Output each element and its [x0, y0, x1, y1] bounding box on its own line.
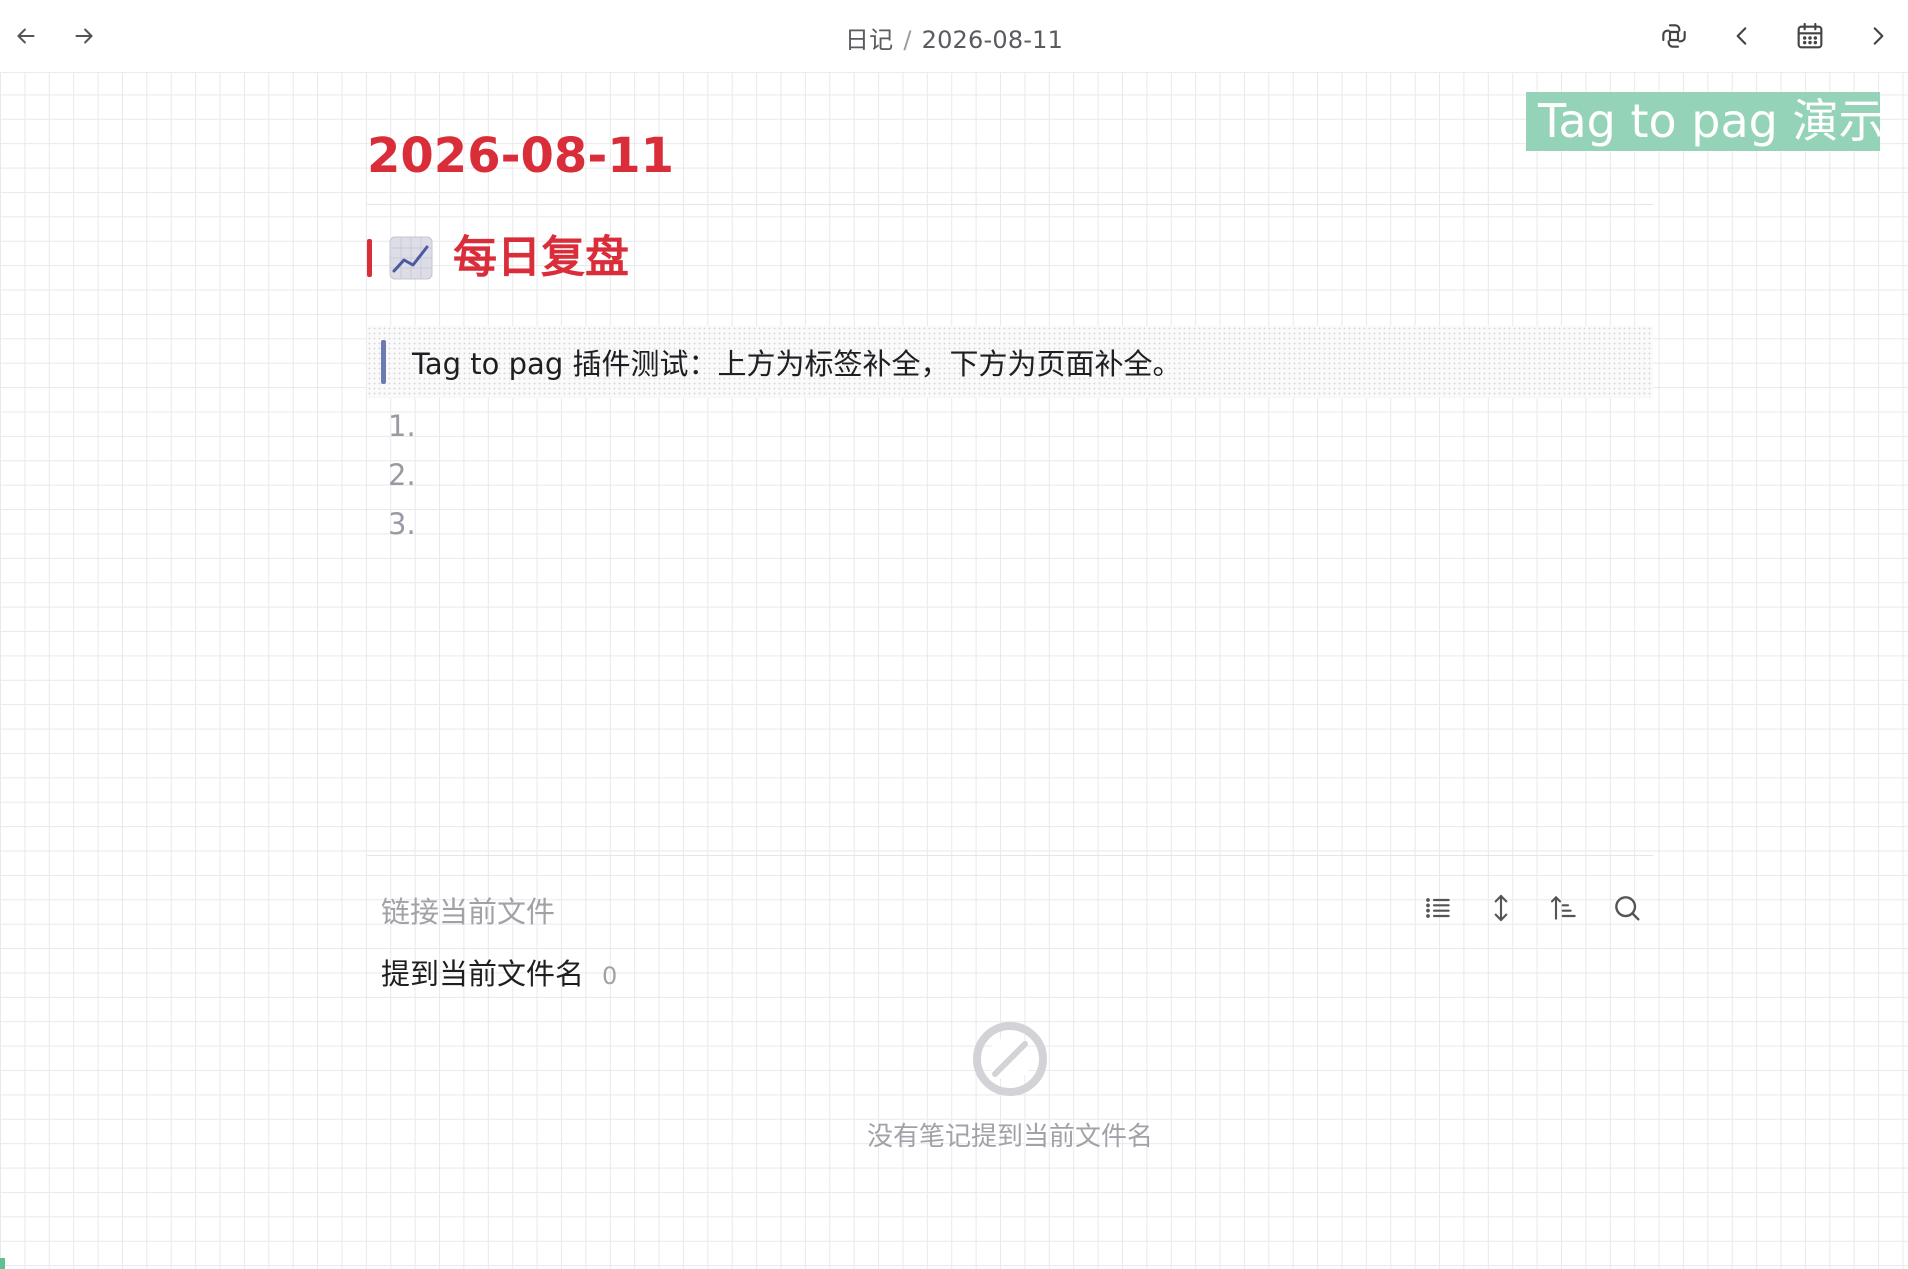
status-indicator [0, 1258, 5, 1269]
chevron-left-icon [1736, 27, 1747, 45]
chevron-right-icon [1873, 27, 1884, 45]
ordered-list: 1. 2. 3. [388, 402, 416, 549]
sort-icon [1550, 896, 1576, 920]
blockquote-bar [381, 340, 386, 384]
next-note-button[interactable] [1860, 18, 1896, 54]
chart-increasing-icon [389, 236, 433, 280]
breadcrumb-folder[interactable]: 日记 [845, 26, 893, 54]
sync-button[interactable] [1656, 18, 1692, 54]
search-icon [1615, 896, 1640, 921]
sort-button[interactable] [1544, 888, 1584, 928]
show-more-context-button[interactable] [1481, 888, 1521, 928]
section-heading[interactable]: 每日复盘 [367, 228, 629, 288]
unlinked-mentions-title: 提到当前文件名 [381, 957, 585, 991]
floating-tag-label: Tag to pag 演示 [1526, 92, 1880, 151]
top-bar: 日记 / 2026-08-11 [0, 0, 1908, 73]
list-item[interactable]: 3. [388, 500, 416, 549]
blockquote-text: Tag to pag 插件测试：上方为标签补全，下方为页面补全。 [412, 347, 1182, 381]
title-divider [367, 204, 1653, 205]
heading-accent-bar [367, 239, 372, 277]
collapse-results-button[interactable] [1418, 888, 1458, 928]
note-title[interactable]: 2026-08-11 [367, 126, 674, 186]
section-heading-text: 每日复盘 [453, 232, 629, 283]
expand-vertical-icon [1494, 894, 1508, 922]
linked-mentions-title[interactable]: 链接当前文件 [381, 890, 555, 934]
no-results-icon [973, 1022, 1047, 1096]
calendar-icon [1797, 22, 1823, 49]
calendar-button[interactable] [1792, 18, 1828, 54]
breadcrumb-separator: / [903, 26, 912, 54]
backlinks-toolbar [1418, 888, 1647, 928]
blockquote[interactable]: Tag to pag 插件测试：上方为标签补全，下方为页面补全。 [367, 326, 1653, 398]
mentions-count: 0 [602, 962, 618, 990]
list-item[interactable]: 2. [388, 451, 416, 500]
search-button[interactable] [1607, 888, 1647, 928]
backlinks-divider [367, 855, 1653, 856]
empty-state-text: 没有笔记提到当前文件名 [866, 1122, 1153, 1152]
unlinked-mentions-header[interactable]: 提到当前文件名 0 [381, 952, 617, 996]
sync-icon [1662, 24, 1686, 48]
breadcrumb: 日记 / 2026-08-11 [0, 20, 1908, 55]
list-item[interactable]: 1. [388, 402, 416, 451]
list-icon [1426, 898, 1450, 918]
breadcrumb-file[interactable]: 2026-08-11 [922, 26, 1063, 54]
previous-note-button[interactable] [1724, 18, 1760, 54]
